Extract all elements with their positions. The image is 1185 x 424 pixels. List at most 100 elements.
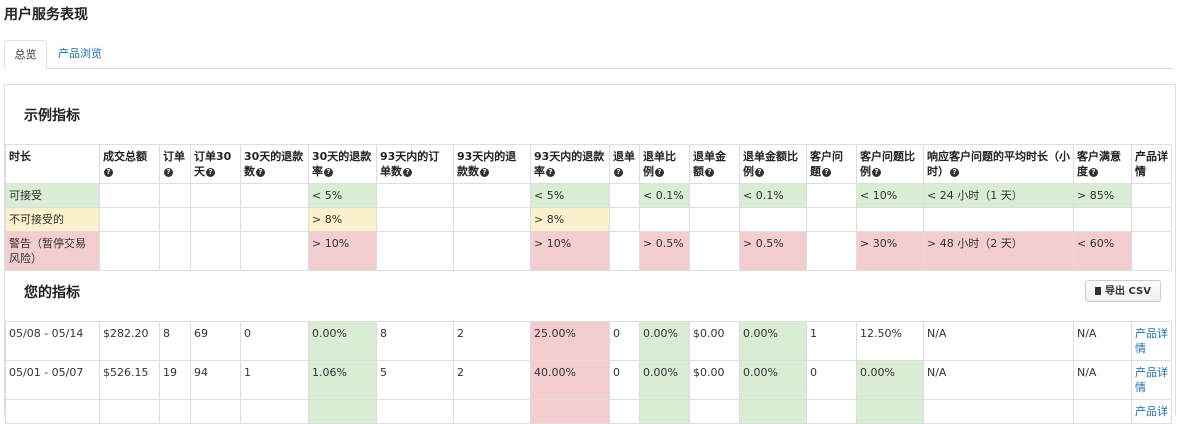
table-cell [1131, 207, 1172, 232]
table-cell: $282.20 [99, 321, 160, 361]
table-cell [376, 399, 454, 424]
column-header: 退单比例? [639, 144, 690, 184]
column-header: 响应客户问题的平均时长（小时）? [923, 144, 1074, 184]
product-details-link[interactable]: 产品详情 [1131, 360, 1172, 400]
table-cell [923, 207, 1074, 232]
help-icon[interactable]: ? [256, 167, 265, 177]
table-cell: 2 [453, 360, 531, 400]
table-cell [453, 231, 531, 271]
table-cell [923, 399, 1074, 424]
tab-bar: 总览 产品浏览 [4, 40, 1174, 69]
help-icon[interactable]: ? [705, 167, 714, 177]
table-cell: 5 [376, 360, 454, 400]
export-csv-button[interactable]: 导出 CSV [1085, 280, 1161, 302]
table-cell [689, 207, 740, 232]
table-cell: 05/08 - 05/14 [5, 321, 100, 361]
table-cell: 可接受 [5, 183, 100, 208]
table-cell: 40.00% [530, 360, 610, 400]
column-header-label: 时长 [9, 150, 31, 163]
help-icon[interactable]: ? [755, 167, 764, 177]
table-cell: 0.00% [739, 360, 807, 400]
table-cell: 25.00% [530, 321, 610, 361]
help-icon[interactable]: ? [950, 167, 959, 177]
column-header: 客户问题? [806, 144, 857, 184]
table-cell: 0 [609, 360, 640, 400]
your-metrics-table: 05/08 - 05/14 $282.20 8 69 0 0.00% 8 2 25.00% 0 0.… [5, 321, 1172, 424]
table-cell [609, 231, 640, 271]
table-cell [856, 207, 924, 232]
help-icon[interactable]: ? [324, 167, 333, 177]
column-header: 时长 [5, 144, 100, 184]
example-metrics-table: 时长 成交总额? 订单? 订单30天? 30天的退款数? 30天的退款率? 93天内的订单数… [5, 144, 1172, 271]
table-cell: $0.00 [689, 321, 740, 361]
help-icon[interactable]: ? [872, 167, 881, 177]
table-cell: 警告（暂停交易风险） [5, 231, 100, 271]
table-row: 可接受 < 5% < 5% < 0.1% < 0.1% < 10% < 24 小时（1 天）… [5, 183, 1172, 208]
column-header: 产品详情 [1131, 144, 1172, 184]
table-cell: N/A [923, 321, 1074, 361]
help-icon[interactable]: ? [546, 167, 555, 177]
column-header: 退单金额? [689, 144, 740, 184]
help-icon[interactable]: ? [1089, 167, 1098, 177]
table-cell [453, 207, 531, 232]
table-cell [376, 207, 454, 232]
table-cell [240, 183, 309, 208]
column-header-label: 客户问题比例 [860, 150, 915, 178]
table-header-row: 时长 成交总额? 订单? 订单30天? 30天的退款数? 30天的退款率? 93天内的订单数… [5, 144, 1172, 184]
table-cell: $526.15 [99, 360, 160, 400]
table-cell: > 0.5% [639, 231, 690, 271]
page-title: 用户服务表现 [4, 7, 88, 23]
table-cell [453, 183, 531, 208]
column-header-label: 响应客户问题的平均时长（小时） [927, 150, 1070, 178]
column-header: 93天内的退款数? [453, 144, 531, 184]
table-cell [806, 207, 857, 232]
table-cell: < 60% [1073, 231, 1132, 271]
help-icon[interactable]: ? [480, 167, 489, 177]
table-cell: 0.00% [639, 360, 690, 400]
column-header: 30天的退款率? [308, 144, 377, 184]
help-icon[interactable]: ? [655, 167, 664, 177]
metrics-panel: 示例指标 时长 成交总额? 订单? 订单30天? 30天的退款数? 30天的退款率? 93天… [4, 84, 1176, 424]
column-header: 客户满意度? [1073, 144, 1132, 184]
column-header: 93天内的订单数? [376, 144, 454, 184]
table-cell: > 0.5% [739, 231, 807, 271]
table-cell: 05/01 - 05/07 [5, 360, 100, 400]
tab-overview[interactable]: 总览 [4, 40, 47, 69]
table-row: 05/08 - 05/14 $282.20 8 69 0 0.00% 8 2 25.00% 0 0.… [5, 321, 1172, 361]
table-row: 不可接受的 > 8% > 8% [5, 207, 1172, 232]
table-cell [5, 399, 100, 424]
tab-product-browse[interactable]: 产品浏览 [48, 40, 112, 68]
help-icon[interactable]: ? [104, 167, 113, 177]
help-icon[interactable]: ? [164, 167, 173, 177]
table-cell: 0.00% [639, 321, 690, 361]
table-cell: > 30% [856, 231, 924, 271]
table-cell: > 85% [1073, 183, 1132, 208]
table-cell [609, 207, 640, 232]
table-row: 产品详 [5, 399, 1172, 424]
help-icon[interactable]: ? [822, 167, 831, 177]
help-icon[interactable]: ? [403, 167, 412, 177]
product-details-link[interactable]: 产品详 [1131, 399, 1172, 424]
table-cell [453, 399, 531, 424]
example-metrics-title: 示例指标 [24, 108, 80, 124]
product-details-link[interactable]: 产品详情 [1131, 321, 1172, 361]
table-cell [99, 207, 160, 232]
table-cell [159, 399, 191, 424]
column-header-label: 30天的退款数 [244, 150, 304, 178]
help-icon[interactable]: ? [614, 167, 623, 177]
table-cell: 0 [609, 321, 640, 361]
column-header: 成交总额? [99, 144, 160, 184]
column-header-label: 产品详情 [1135, 150, 1168, 178]
file-icon [1095, 287, 1102, 295]
export-csv-label: 导出 CSV [1105, 286, 1151, 297]
column-header-label: 订单 [163, 150, 185, 163]
help-icon[interactable]: ? [206, 167, 215, 177]
table-cell [609, 183, 640, 208]
table-row: 05/01 - 05/07 $526.15 19 94 1 1.06% 5 2 40.00% 0 0… [5, 360, 1172, 400]
table-row: 警告（暂停交易风险） > 10% > 10% > 0.5% > 0.5% > 30% > 4… [5, 231, 1172, 271]
table-cell [159, 183, 191, 208]
table-cell [1131, 231, 1172, 271]
table-cell: < 0.1% [739, 183, 807, 208]
table-cell: < 5% [308, 183, 377, 208]
table-cell [806, 183, 857, 208]
